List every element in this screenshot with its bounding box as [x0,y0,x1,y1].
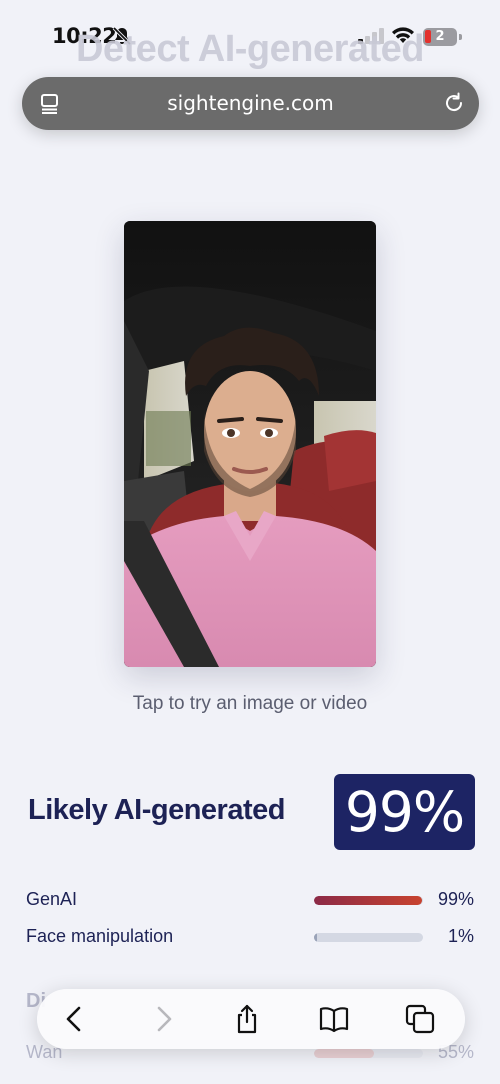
metric-fill [314,933,317,942]
metric-track [314,933,423,942]
tabs-icon[interactable] [404,1003,436,1035]
verdict-label: Likely AI-generated [28,794,285,826]
metric-value: 99% [437,889,474,909]
metric-track [314,1049,423,1058]
forward-icon[interactable] [147,1003,179,1035]
bookmarks-icon[interactable] [318,1003,350,1035]
browser-toolbar [37,989,465,1049]
url-text[interactable]: sightengine.com [22,91,479,115]
metric-label: Face manipulation [26,926,174,946]
portrait-photo[interactable] [124,221,376,667]
url-bar[interactable]: sightengine.com [22,77,479,130]
metric-row-genai: GenAI 99% [26,889,474,913]
metric-row-face-manipulation: Face manipulation 1% [26,926,474,950]
reload-icon[interactable] [442,91,466,115]
score-badge: 99% [334,774,475,850]
metric-fill [314,896,422,905]
share-icon[interactable] [231,1003,263,1035]
metric-label: GenAI [26,889,78,909]
metric-track [314,896,423,905]
metric-fill [314,1049,374,1058]
upload-caption[interactable]: Tap to try an image or video [0,693,500,715]
media-preview[interactable] [124,221,376,667]
page-heading: Detect AI-generated [75,28,425,70]
back-icon[interactable] [59,1003,91,1035]
metric-value: 1% [447,926,474,946]
